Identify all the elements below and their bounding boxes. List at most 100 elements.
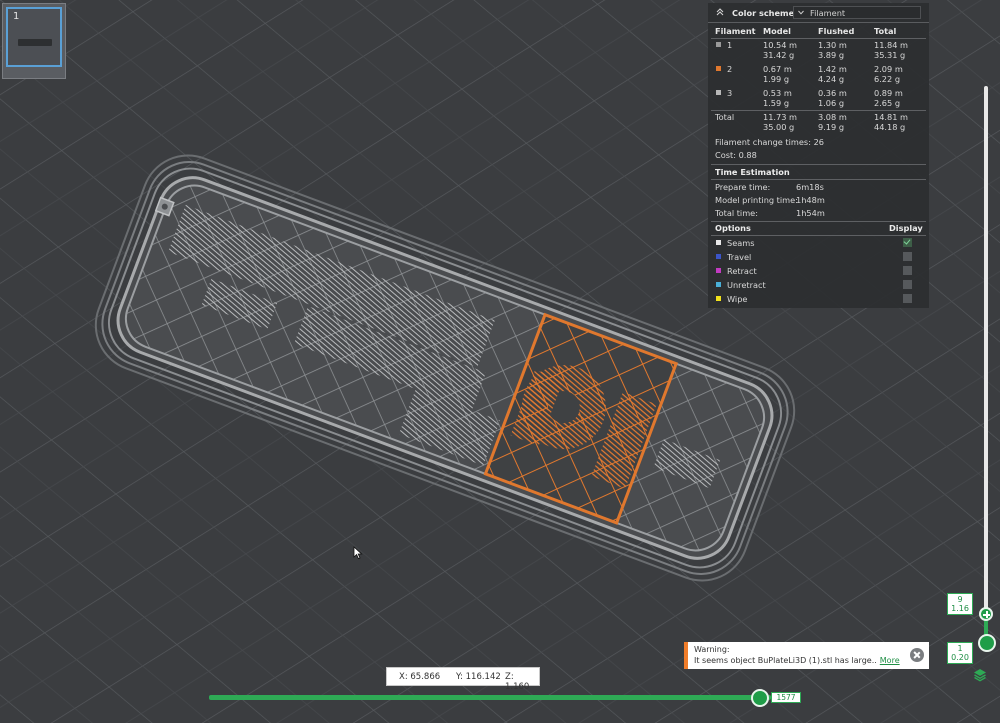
model-length: 11.73 m	[763, 112, 798, 122]
color-scheme-dropdown[interactable]: Filament	[793, 6, 921, 19]
seams-color-swatch	[716, 240, 721, 245]
cost-line: Cost: 0.88	[715, 150, 757, 160]
option-row-travel[interactable]: Travel	[708, 251, 929, 264]
option-label: Unretract	[727, 280, 766, 290]
time-value: 1h48m	[796, 195, 825, 205]
layer-slider-track[interactable]	[984, 86, 988, 646]
filament-color-swatch	[716, 90, 721, 95]
coordinates-readout: X: 65.866 Y: 116.142 Z: 1.160	[386, 667, 540, 692]
option-row-unretract[interactable]: Unretract	[708, 279, 929, 292]
time-row-total: Total time: 1h54m	[715, 208, 925, 218]
flushed-length: 0.36 m	[818, 88, 847, 98]
color-scheme-header: Color scheme Filament	[708, 3, 929, 23]
cost-label: Cost:	[715, 150, 736, 160]
layer-bottom-label: 1 0.20	[947, 642, 973, 664]
display-column-title: Display	[889, 223, 923, 233]
model-weight: 1.99 g	[763, 74, 790, 84]
total-weight: 6.22 g	[874, 74, 901, 84]
unretract-color-swatch	[716, 282, 721, 287]
layer-slider-bottom-handle[interactable]	[978, 634, 996, 652]
total-weight: 44.18 g	[874, 122, 906, 132]
chevron-down-icon	[798, 10, 804, 15]
filament-change-times: Filament change times: 26	[715, 137, 824, 147]
cost-value: 0.88	[738, 150, 757, 160]
option-row-wipe[interactable]: Wipe	[708, 293, 929, 306]
wipe-color-swatch	[716, 296, 721, 301]
flushed-length: 3.08 m	[818, 112, 847, 122]
top-layer-height: 1.16	[951, 604, 969, 613]
flushed-weight: 3.89 g	[818, 50, 845, 60]
options-title: Options	[715, 223, 751, 233]
color-scheme-label: Color scheme	[732, 8, 795, 18]
flushed-weight: 1.06 g	[818, 98, 845, 108]
layer-top-label: 9 1.16	[947, 593, 973, 615]
coord-y: Y: 116.142	[456, 672, 501, 682]
model-length: 10.54 m	[763, 40, 798, 50]
flushed-weight: 4.24 g	[818, 74, 845, 84]
coord-z: Z: 1.160	[505, 672, 530, 692]
travel-display-checkbox[interactable]	[903, 252, 912, 261]
filament-color-swatch	[716, 42, 721, 47]
header-total: Total	[874, 26, 897, 36]
warning-message: It seems object BuPlateLi3D (1).stl has …	[694, 656, 900, 665]
total-length: 0.89 m	[874, 88, 903, 98]
filament-number: 2	[727, 64, 733, 74]
color-scheme-value: Filament	[810, 8, 846, 18]
time-label: Total time:	[715, 208, 758, 218]
total-length: 14.81 m	[874, 112, 909, 122]
warning-title: Warning:	[694, 645, 730, 654]
travel-color-swatch	[716, 254, 721, 259]
model-weight: 35.00 g	[763, 122, 795, 132]
mouse-cursor-icon	[353, 546, 363, 560]
seams-display-checkbox[interactable]	[903, 238, 912, 247]
warning-more-link[interactable]: More	[880, 656, 900, 665]
total-label: Total	[715, 112, 735, 122]
plate-thumbnail-frame[interactable]: 1	[6, 7, 62, 67]
filament-row-1: 1 10.54 m 31.42 g 1.30 m 3.89 g 11.84 m …	[708, 39, 929, 63]
collapse-icon[interactable]	[716, 8, 724, 16]
plate-number: 1	[13, 11, 20, 22]
header-filament: Filament	[715, 26, 756, 36]
total-weight: 2.65 g	[874, 98, 901, 108]
close-icon[interactable]	[910, 648, 924, 662]
top-layer-number: 9	[957, 595, 963, 604]
unretract-display-checkbox[interactable]	[903, 280, 912, 289]
model-weight: 31.42 g	[763, 50, 795, 60]
move-slider-handle[interactable]	[751, 689, 769, 707]
filament-row-3: 3 0.53 m 1.59 g 0.36 m 1.06 g 0.89 m 2.6…	[708, 87, 929, 111]
total-length: 11.84 m	[874, 40, 909, 50]
total-weight: 35.31 g	[874, 50, 906, 60]
option-label: Travel	[727, 252, 752, 262]
time-value: 6m18s	[796, 182, 824, 192]
time-row-prepare: Prepare time: 6m18s	[715, 182, 925, 192]
layer-slider-top-handle[interactable]	[979, 607, 993, 621]
filament-number: 3	[727, 88, 733, 98]
retract-color-swatch	[716, 268, 721, 273]
filament-color-swatch	[716, 66, 721, 71]
filament-number: 1	[727, 40, 733, 50]
total-length: 2.09 m	[874, 64, 903, 74]
model-weight: 1.59 g	[763, 98, 790, 108]
filament-row-2: 2 0.67 m 1.99 g 1.42 m 4.24 g 2.09 m 6.2…	[708, 63, 929, 87]
move-slider-track[interactable]	[209, 695, 771, 700]
move-slider-value: 1577	[771, 692, 801, 703]
option-row-retract[interactable]: Retract	[708, 265, 929, 278]
warning-text: It seems object BuPlateLi3D (1).stl has …	[694, 656, 877, 665]
header-model: Model	[763, 26, 791, 36]
layers-icon[interactable]	[973, 668, 987, 682]
time-row-model-printing: Model printing time: 1h48m	[715, 195, 925, 205]
plate-thumbnail[interactable]: 1	[2, 3, 66, 79]
filament-change-value: 26	[813, 137, 824, 147]
filament-total-row: Total 11.73 m 35.00 g 3.08 m 9.19 g 14.8…	[708, 111, 929, 135]
time-label: Model printing time:	[715, 195, 798, 205]
time-label: Prepare time:	[715, 182, 771, 192]
retract-display-checkbox[interactable]	[903, 266, 912, 275]
filament-change-label: Filament change times:	[715, 137, 811, 147]
option-label: Retract	[727, 266, 757, 276]
option-row-seams[interactable]: Seams	[708, 237, 929, 250]
option-label: Wipe	[727, 294, 748, 304]
wipe-display-checkbox[interactable]	[903, 294, 912, 303]
model-length: 0.53 m	[763, 88, 792, 98]
flushed-length: 1.30 m	[818, 40, 847, 50]
filament-table-header: Filament Model Flushed Total	[708, 26, 929, 38]
